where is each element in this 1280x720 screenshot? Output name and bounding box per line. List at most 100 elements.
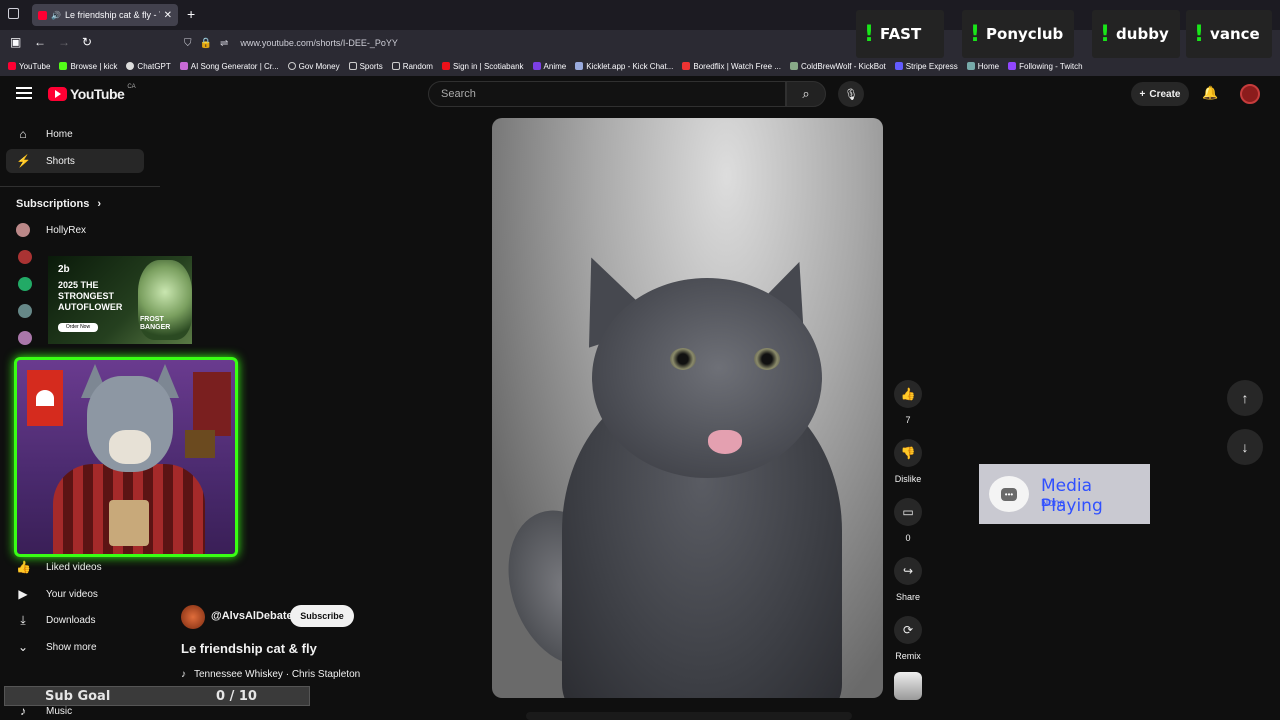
share-button[interactable]: ↪: [894, 557, 922, 585]
sidebar-item-liked-videos[interactable]: 👍 Liked videos: [6, 555, 144, 579]
plus-icon: +: [1139, 88, 1146, 100]
url-text[interactable]: www.youtube.com/shorts/I-DEE-_PoYY: [240, 38, 398, 48]
chevron-right-icon: ›: [97, 198, 102, 210]
command-ponyclub: ! Ponyclub: [962, 10, 1074, 58]
bookmark-chatgpt[interactable]: ChatGPT: [126, 62, 171, 71]
youtube-header: YouTube CA Search ⌕ 🎙 + Create 🔔: [0, 76, 1280, 114]
bookmark-gov-money[interactable]: Gov Money: [287, 62, 340, 71]
shorts-icon: ⚡: [16, 154, 31, 168]
like-button[interactable]: 👍: [894, 380, 922, 408]
bookmark-folder-sports[interactable]: Sports: [348, 62, 383, 71]
dislike-label: Dislike: [894, 474, 922, 484]
back-icon[interactable]: ←: [34, 35, 46, 49]
cat-eye: [670, 348, 696, 370]
lock-icon[interactable]: 🔒: [200, 38, 212, 49]
bookmark-folder-random[interactable]: Random: [391, 62, 433, 71]
shield-icon[interactable]: ⛉: [184, 38, 192, 49]
comments-button[interactable]: ▭: [894, 498, 922, 526]
comment-count: 0: [905, 533, 911, 543]
bookmark-ai-song[interactable]: AI Song Generator | Cr...: [179, 62, 279, 71]
search-button[interactable]: ⌕: [786, 81, 826, 107]
video-metadata: @AlvsAlDebate Subscribe Le friendship ca…: [181, 604, 481, 694]
bookmark-anime[interactable]: Anime: [532, 62, 566, 71]
remix-button[interactable]: ⟳: [894, 616, 922, 644]
command-dubby: ! dubby: [1092, 10, 1180, 58]
ad-headline: 2025 THE STRONGEST AUTOFLOWER: [58, 280, 123, 312]
account-avatar[interactable]: [1240, 84, 1260, 104]
create-button[interactable]: + Create: [1131, 82, 1189, 106]
ad-cta-button[interactable]: Order Now: [58, 323, 98, 332]
channel-avatar[interactable]: [18, 304, 32, 318]
remix-label: Remix: [895, 651, 921, 661]
sidebar-item-home[interactable]: ⌂ Home: [6, 122, 144, 146]
thumbs-up-icon: 👍: [900, 387, 916, 401]
sidebar-toggle-icon[interactable]: ▣: [10, 35, 21, 49]
menu-icon[interactable]: [16, 87, 32, 99]
previous-short-button[interactable]: ↑: [1227, 380, 1263, 416]
next-short-button[interactable]: ↓: [1227, 429, 1263, 465]
youtube-logo[interactable]: YouTube CA: [48, 84, 136, 102]
subscribe-button[interactable]: Subscribe: [290, 605, 354, 627]
arrow-up-icon: ↑: [1241, 390, 1249, 406]
music-icon: ♪: [20, 704, 26, 718]
dislike-button[interactable]: 👎: [894, 439, 922, 467]
tab-list-icon[interactable]: [8, 8, 19, 19]
sidebar-item-show-more[interactable]: ⌄ Show more: [6, 635, 144, 659]
song-link[interactable]: ♪ Tennessee Whiskey · Chris Stapleton: [181, 669, 360, 680]
close-tab-icon[interactable]: ✕: [164, 10, 172, 21]
like-count: 7: [905, 415, 911, 425]
share-icon: ↪: [902, 564, 914, 578]
streamer-webcam-overlay: [14, 357, 238, 557]
thumbs-up-icon: 👍: [16, 560, 31, 574]
music-note-icon: ♪: [181, 669, 186, 680]
search-input[interactable]: Search: [428, 81, 786, 107]
new-tab-icon[interactable]: +: [187, 6, 195, 22]
bookmark-scotiabank[interactable]: Sign in | Scotiabank: [441, 62, 524, 71]
bookmark-twitch[interactable]: Following - Twitch: [1008, 62, 1083, 71]
bookmark-stripe[interactable]: Stripe Express: [894, 62, 958, 71]
audio-icon[interactable]: 🔊: [51, 11, 61, 20]
bookmark-kick[interactable]: Browse | kick: [59, 62, 117, 71]
channel-avatar[interactable]: [18, 250, 32, 264]
channel-avatar[interactable]: [18, 277, 32, 291]
sidebar-item-hollyrex[interactable]: HollyRex: [6, 218, 144, 242]
voice-search-button[interactable]: 🎙: [838, 81, 864, 107]
bookmark-kickbot[interactable]: ColdBrewWolf - KickBot: [789, 62, 886, 71]
warcraft-poster-image: [185, 430, 215, 458]
bookmark-home[interactable]: Home: [966, 62, 999, 71]
microphone-icon: 🎙: [844, 88, 858, 101]
sound-thumbnail[interactable]: [894, 672, 922, 700]
video-progress-track[interactable]: [526, 712, 852, 720]
address-bar[interactable]: ⛉ 🔒 ⇌ www.youtube.com/shorts/I-DEE-_PoYY: [176, 33, 856, 53]
sub-goal-overlay: Sub Goal 0 / 10: [4, 686, 310, 706]
browser-tab-active[interactable]: 🔊 Le friendship cat & fly - YouTube ✕: [32, 4, 178, 26]
reload-icon[interactable]: ↻: [82, 35, 92, 49]
channel-avatar[interactable]: [18, 331, 32, 345]
sidebar-item-your-videos[interactable]: ▶ Your videos: [6, 582, 144, 606]
notifications-bell-icon[interactable]: 🔔: [1202, 85, 1218, 101]
media-playing-widget: ••• Media Playing None: [979, 464, 1150, 524]
shorts-video-player[interactable]: [492, 118, 883, 698]
channel-avatar[interactable]: [181, 605, 205, 629]
channel-avatar: [16, 223, 30, 237]
share-label: Share: [895, 592, 921, 602]
channel-name[interactable]: @AlvsAlDebate: [211, 610, 293, 622]
forward-icon[interactable]: →: [58, 35, 70, 49]
stream-command-overlay: ! FAST ! Ponyclub ! dubby ! vance: [856, 8, 1276, 60]
chat-bubble-icon: •••: [989, 476, 1029, 512]
bookmark-boredflix[interactable]: Boredflix | Watch Free ...: [682, 62, 781, 71]
bookmark-youtube[interactable]: YouTube: [8, 62, 50, 71]
cat-mouth: [708, 430, 742, 454]
download-icon: ⤓: [20, 612, 26, 627]
advertisement-banner[interactable]: 2b 2025 THE STRONGEST AUTOFLOWER Order N…: [48, 256, 192, 344]
thumbs-down-icon: 👎: [900, 446, 916, 460]
arrow-down-icon: ↓: [1241, 439, 1249, 455]
bookmark-kicklet[interactable]: Kicklet.app - Kick Chat...: [575, 62, 673, 71]
sidebar-divider: [0, 186, 160, 187]
permissions-icon[interactable]: ⇌: [220, 38, 228, 49]
subscriptions-heading[interactable]: Subscriptions ›: [16, 198, 101, 210]
sidebar-item-shorts[interactable]: ⚡ Shorts: [6, 149, 144, 173]
sidebar-item-downloads[interactable]: ⤓ Downloads: [6, 608, 144, 632]
youtube-play-icon: [48, 87, 67, 101]
video-title[interactable]: Le friendship cat & fly: [181, 641, 317, 656]
